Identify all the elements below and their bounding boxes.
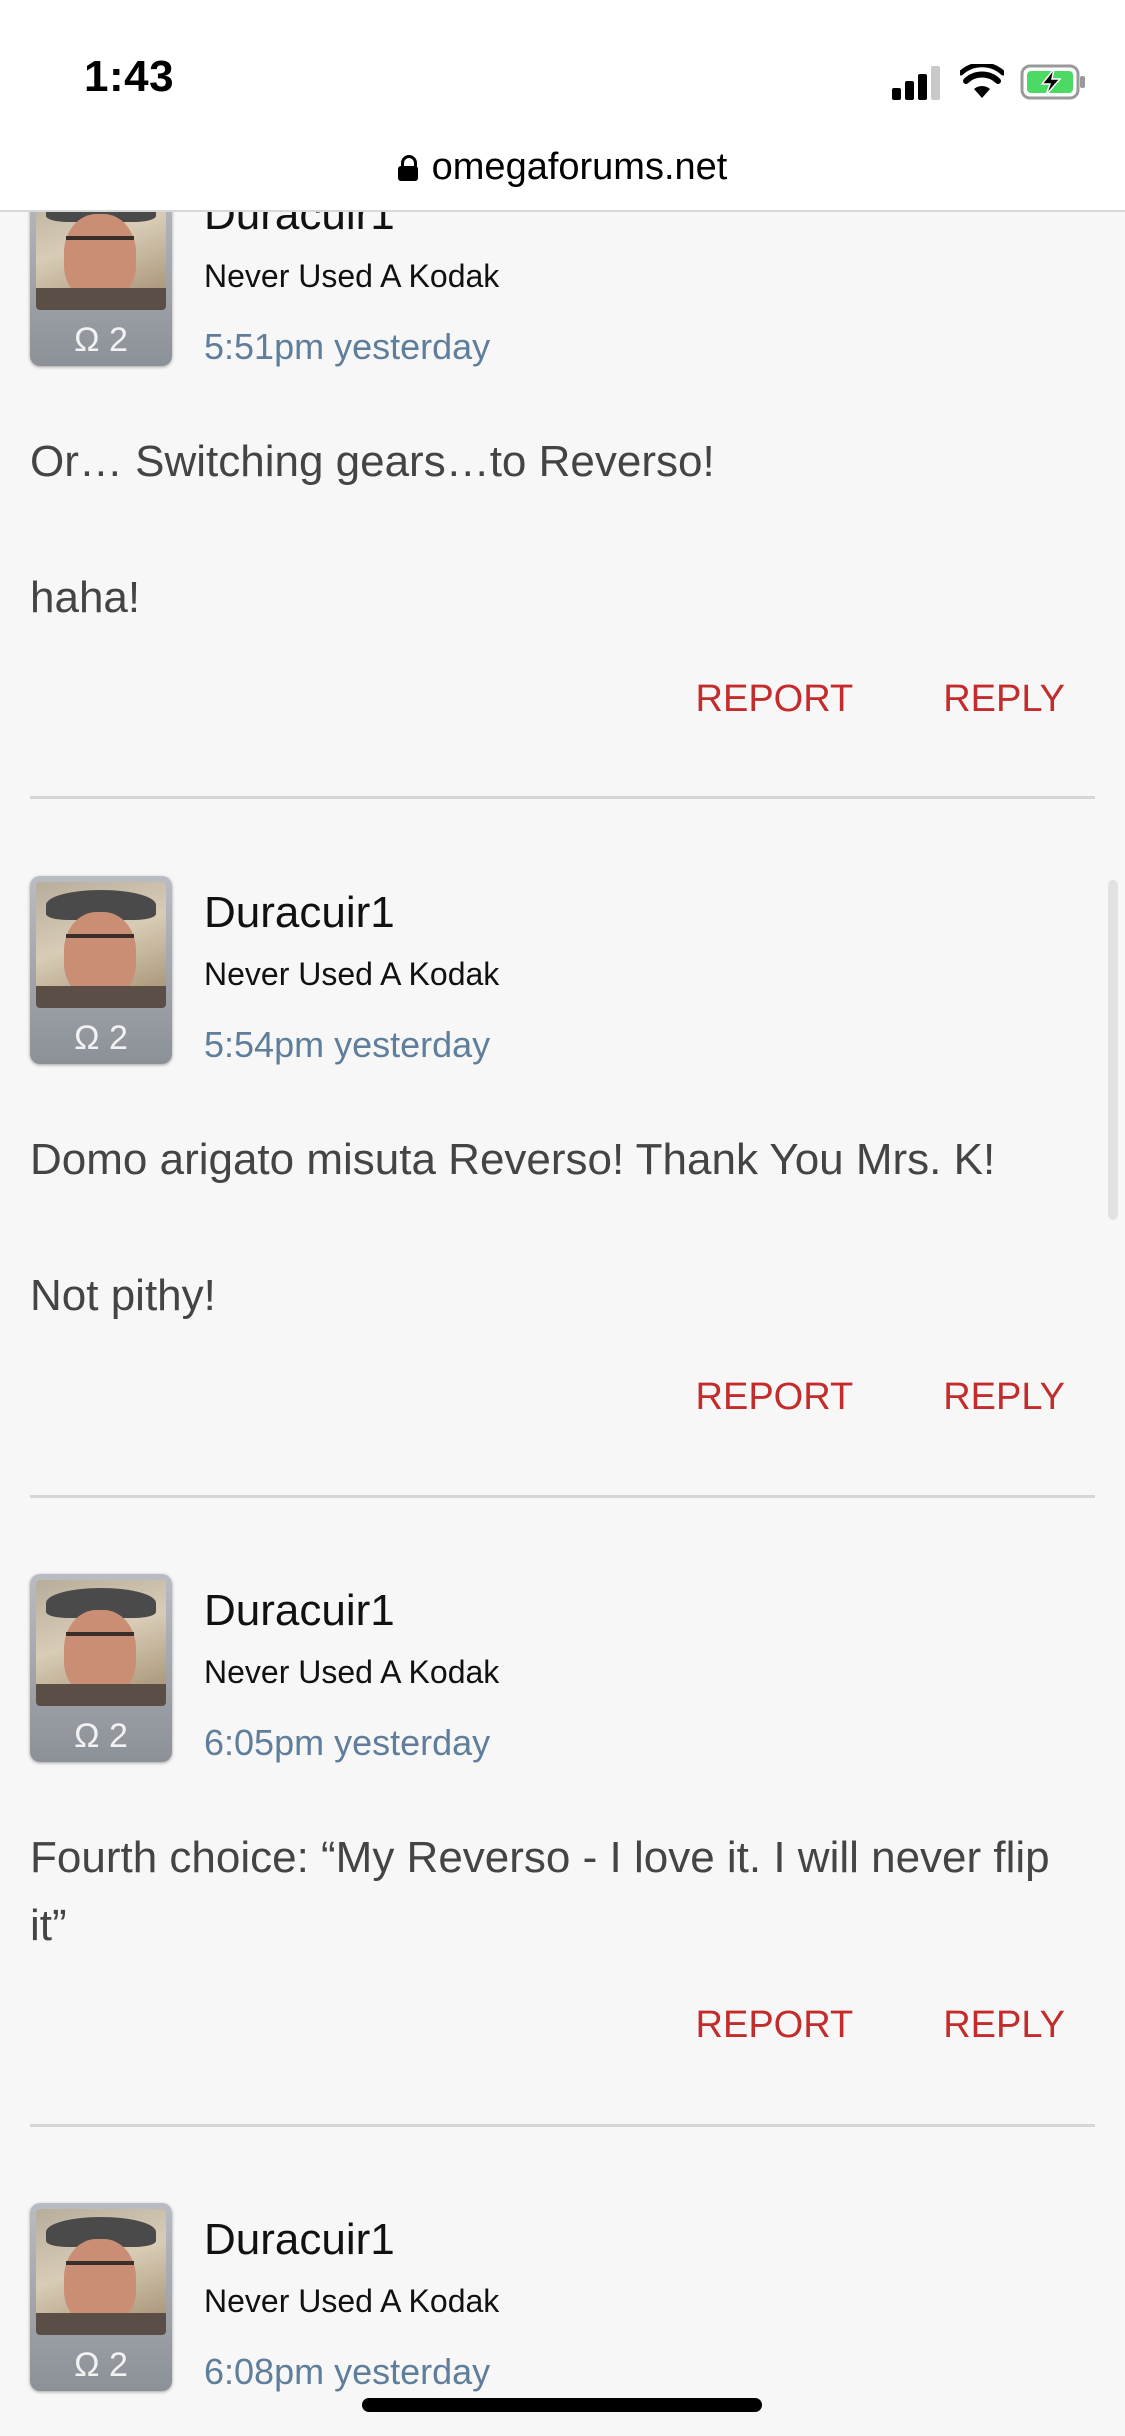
cellular-signal-icon	[892, 66, 940, 100]
rank-badge: Ω 2	[74, 1717, 128, 1755]
rank-badge: Ω 2	[74, 1019, 128, 1057]
post-text-line: Not pithy!	[30, 1271, 216, 1320]
post-text-line: Or… Switching gears…to Reverso!	[30, 437, 715, 486]
post-actions: REPORT REPLY	[606, 1376, 1065, 1419]
post-content: Fourth choice: “My Reverso - I love it. …	[30, 1824, 1095, 1960]
avatar[interactable]: Ω 2	[30, 1574, 172, 1762]
post-timestamp[interactable]: 6:05pm yesterday	[204, 1722, 490, 1764]
address-bar[interactable]: omegaforums.net	[0, 140, 1125, 212]
avatar[interactable]: Ω 2	[30, 2203, 172, 2391]
avatar-photo	[36, 2209, 166, 2335]
report-button[interactable]: REPORT	[696, 1376, 854, 1418]
report-button[interactable]: REPORT	[696, 2004, 854, 2046]
avatar-photo	[36, 882, 166, 1008]
username-link[interactable]: Duracuir1	[204, 1586, 395, 1636]
post-text-line: Fourth choice: “My Reverso - I love it. …	[30, 1833, 1050, 1950]
status-bar: 1:43	[0, 0, 1125, 140]
status-time: 1:43	[84, 52, 175, 101]
lock-icon	[397, 155, 418, 181]
rank-badge: Ω 2	[74, 2346, 128, 2384]
post-divider	[30, 1495, 1095, 1498]
post-actions: REPORT REPLY	[606, 678, 1065, 721]
user-title: Never Used A Kodak	[204, 1654, 500, 1690]
post-content: Or… Switching gears…to Reverso! haha!	[30, 428, 1095, 632]
post-divider	[30, 2124, 1095, 2127]
avatar[interactable]: Ω 2	[30, 876, 172, 1064]
battery-charging-icon	[1020, 64, 1085, 100]
scrollbar[interactable]	[1108, 880, 1118, 1220]
user-title: Never Used A Kodak	[204, 2283, 500, 2319]
post-timestamp[interactable]: 6:08pm yesterday	[204, 2351, 490, 2393]
reply-button[interactable]: REPLY	[943, 678, 1065, 720]
rank-badge: Ω 2	[74, 321, 128, 359]
post-timestamp[interactable]: 5:54pm yesterday	[204, 1024, 490, 1066]
user-title: Never Used A Kodak	[204, 258, 500, 294]
post-text-line	[30, 1194, 1095, 1262]
post-text-line: haha!	[30, 573, 141, 622]
username-link[interactable]: Duracuir1	[204, 888, 395, 938]
post-text-line	[30, 496, 1095, 564]
reply-button[interactable]: REPLY	[943, 2004, 1065, 2046]
post-actions: REPORT REPLY	[606, 2004, 1065, 2047]
user-title: Never Used A Kodak	[204, 956, 500, 992]
avatar-photo	[36, 1580, 166, 1706]
home-indicator[interactable]	[362, 2398, 762, 2412]
reply-button[interactable]: REPLY	[943, 1376, 1065, 1418]
post-text-line: Domo arigato misuta Reverso! Thank You M…	[30, 1135, 996, 1184]
url-display[interactable]: omegaforums.net	[0, 146, 1125, 189]
report-button[interactable]: REPORT	[696, 678, 854, 720]
post-divider	[30, 796, 1095, 799]
post-timestamp[interactable]: 5:51pm yesterday	[204, 326, 490, 368]
post-content: Domo arigato misuta Reverso! Thank You M…	[30, 1126, 1095, 1330]
url-domain: omegaforums.net	[431, 146, 728, 188]
username-link[interactable]: Duracuir1	[204, 2215, 395, 2265]
wifi-icon	[960, 64, 1004, 98]
